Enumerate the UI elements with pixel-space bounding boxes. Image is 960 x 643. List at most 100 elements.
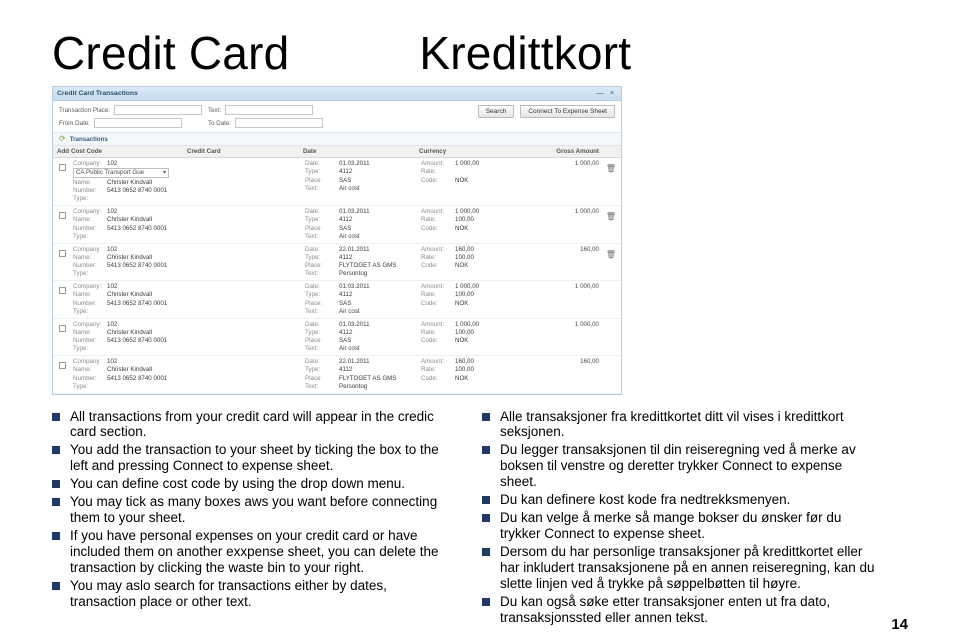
kv-name: Name:Christer Kindvall — [73, 291, 185, 299]
add-checkbox[interactable] — [59, 250, 66, 257]
header-date: Date — [303, 148, 419, 155]
search-bar: Transaction Place: From Date: Text: To D… — [53, 101, 621, 133]
kv-company: Company:102 — [73, 321, 185, 329]
table-row: Company:102Name:Christer KindvallNumber:… — [53, 206, 621, 244]
kv-code: Code:NOK — [421, 300, 533, 308]
bullets-no: Alle transaksjoner fra kredittkortet dit… — [482, 409, 882, 628]
minimize-icon[interactable]: — — [595, 89, 605, 98]
app-window: Credit Card Transactions — × Transaction… — [52, 86, 622, 395]
add-checkbox[interactable] — [59, 164, 66, 171]
add-checkbox[interactable] — [59, 325, 66, 332]
kv-date: Date:01.03.2011 — [305, 208, 417, 216]
page-title-en: Credit Card — [52, 26, 289, 80]
titlebar: Credit Card Transactions — × — [53, 87, 621, 101]
kv-rate: Rate:100,00 — [421, 254, 533, 262]
kv-date: Date:01.03.2011 — [305, 321, 417, 329]
kv-type_cc: Type:4112 — [305, 329, 417, 337]
kv-amount: Amount:1 000,00 — [421, 321, 533, 329]
kv-code: Code:NOK — [421, 177, 533, 185]
bullet-item: Du legger transaksjonen til din reisereg… — [482, 442, 882, 490]
from-date-input[interactable] — [94, 118, 182, 128]
bullet-item: If you have personal expenses on your cr… — [52, 528, 452, 576]
kv-date: Date:01.03.2011 — [305, 283, 417, 291]
bullet-item: You may tick as many boxes aws you want … — [52, 494, 452, 526]
kv-text: Text:Persontog — [305, 383, 417, 391]
bullet-item: You add the transaction to your sheet by… — [52, 442, 452, 474]
search-button[interactable]: Search — [478, 105, 515, 118]
close-icon[interactable]: × — [607, 89, 617, 98]
add-checkbox[interactable] — [59, 212, 66, 219]
kv-date: Date:22.01.2011 — [305, 246, 417, 254]
bullet-item: All transactions from your credit card w… — [52, 409, 452, 441]
gross-amount: 1 000,00 — [535, 208, 605, 241]
table-row: Company:102Name:Christer KindvallNumber:… — [53, 319, 621, 357]
kv-place: Place:FLYTOGET AS GMS — [305, 262, 417, 270]
kv-company: Company:102 — [73, 160, 185, 168]
place-input[interactable] — [114, 105, 202, 115]
cost-code-dropdown[interactable]: CA Public Transport Gue▾ — [73, 168, 169, 178]
connect-button[interactable]: Connect To Expense Sheet — [520, 105, 615, 118]
bullet-item: Du kan definere kost kode fra nedtrekksm… — [482, 492, 882, 508]
kv-name: Name:Christer Kindvall — [73, 366, 185, 374]
gross-amount: 1 000,00 — [535, 283, 605, 316]
refresh-icon[interactable]: ⟳ — [59, 135, 66, 143]
kv-type_cost: Type: — [73, 195, 185, 203]
tab-transactions[interactable]: Transactions — [70, 136, 108, 143]
kv-place: Place:SAS — [305, 225, 417, 233]
kv-type_cc: Type:4112 — [305, 366, 417, 374]
bullet-columns: All transactions from your credit card w… — [52, 409, 908, 628]
table-row: Company:102CA Public Transport Gue▾Name:… — [53, 158, 621, 206]
gross-amount: 1 000,00 — [535, 321, 605, 354]
kv-company: Company:102 — [73, 246, 185, 254]
kv-code: Code:NOK — [421, 375, 533, 383]
place-label: Transaction Place: — [59, 107, 110, 114]
kv-type_cc: Type:4112 — [305, 291, 417, 299]
kv-amount: Amount:160,00 — [421, 358, 533, 366]
kv-type_cc: Type:4112 — [305, 168, 417, 176]
kv-code: Code:NOK — [421, 262, 533, 270]
text-input[interactable] — [225, 105, 313, 115]
kv-text: Text:Air cost — [305, 185, 417, 193]
kv-text: Text:Air cost — [305, 345, 417, 353]
header-cost: Cost Code — [71, 148, 187, 155]
kv-number: Number:5413 0652 8740 0001 — [73, 337, 185, 345]
text-label: Text: — [208, 107, 221, 114]
trash-icon[interactable]: 🗑 — [605, 160, 617, 203]
bullet-item: You can define cost code by using the dr… — [52, 476, 452, 492]
kv-amount: Amount:160,00 — [421, 246, 533, 254]
table-row: Company:102Name:Christer KindvallNumber:… — [53, 281, 621, 319]
table-headers: Add Cost Code Credit Card Date Currency … — [53, 146, 621, 158]
bullet-item: Dersom du har personlige transaksjoner p… — [482, 544, 882, 592]
header-add: Add — [53, 148, 71, 155]
kv-place: Place:SAS — [305, 177, 417, 185]
kv-text: Text:Air cost — [305, 308, 417, 316]
trash-icon — [605, 283, 617, 316]
bullet-item: Du kan velge å merke så mange bokser du … — [482, 510, 882, 542]
gross-amount: 160,00 — [535, 246, 605, 279]
kv-number: Number:5413 0652 8740 0001 — [73, 187, 185, 195]
kv-text: Text:Persontog — [305, 270, 417, 278]
trash-icon — [605, 321, 617, 354]
page-title-no: Kredittkort — [419, 26, 631, 80]
bullets-en: All transactions from your credit card w… — [52, 409, 452, 628]
kv-type_cost: Type: — [73, 345, 185, 353]
kv-place: Place:SAS — [305, 337, 417, 345]
gross-amount: 1 000,00 — [535, 160, 605, 203]
kv-name: Name:Christer Kindvall — [73, 254, 185, 262]
header-cc: Credit Card — [187, 148, 303, 155]
add-checkbox[interactable] — [59, 287, 66, 294]
kv-date: Date:01.03.2011 — [305, 160, 417, 168]
to-date-input[interactable] — [235, 118, 323, 128]
add-checkbox[interactable] — [59, 362, 66, 369]
kv-code: Code:NOK — [421, 337, 533, 345]
trash-icon[interactable]: 🗑 — [605, 208, 617, 241]
kv-rate: Rate:100,00 — [421, 291, 533, 299]
bullet-item: Alle transaksjoner fra kredittkortet dit… — [482, 409, 882, 441]
table-row: Company:102Name:Christer KindvallNumber:… — [53, 356, 621, 394]
kv-type_cost: Type: — [73, 270, 185, 278]
trash-icon[interactable]: 🗑 — [605, 246, 617, 279]
header-cur: Currency — [419, 148, 535, 155]
kv-date: Date:22.01.2011 — [305, 358, 417, 366]
kv-type_cc: Type:4112 — [305, 254, 417, 262]
gross-amount: 160,00 — [535, 358, 605, 391]
